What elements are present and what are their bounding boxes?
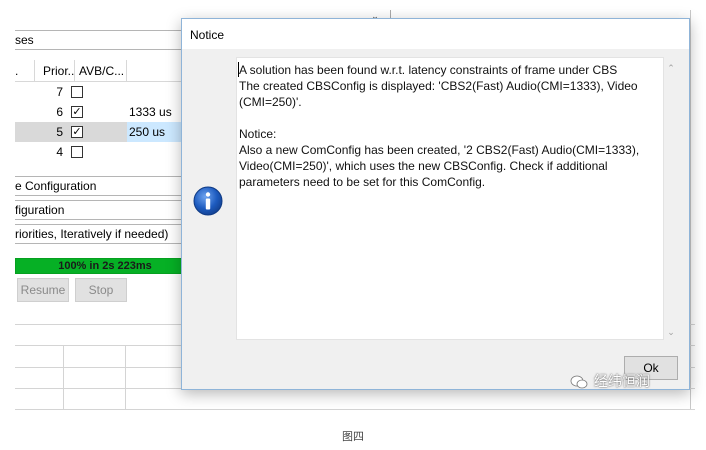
table-row[interactable]: 4 — [15, 142, 195, 162]
uses-field[interactable]: ses — [15, 30, 195, 50]
priority-cell: 7 — [56, 85, 63, 99]
column-header-priority[interactable]: Prior... — [35, 60, 75, 82]
table-row-selected[interactable]: 5 ✓ 250 us — [15, 122, 195, 142]
grid-line — [125, 345, 126, 410]
dialog-titlebar[interactable]: Notice — [182, 19, 689, 49]
priority-cell: 5 — [56, 125, 63, 139]
priorities-select[interactable]: riorities, Iteratively if needed) — [15, 224, 195, 244]
dialog-title: Notice — [190, 28, 225, 42]
message-text: A solution has been found w.r.t. latency… — [239, 63, 640, 189]
message-textbox[interactable]: A solution has been found w.r.t. latency… — [236, 57, 664, 340]
avb-checkbox[interactable] — [71, 86, 83, 98]
table-row[interactable]: 7 — [15, 82, 195, 102]
notice-dialog: Notice A solution has been found w.r.t. … — [181, 18, 690, 390]
configuration-select-2[interactable]: figuration — [15, 200, 195, 220]
avb-checkbox[interactable] — [71, 146, 83, 158]
info-icon — [193, 186, 223, 216]
wechat-icon — [570, 375, 588, 389]
column-header-first[interactable]: . — [15, 60, 35, 82]
scroll-up-icon[interactable]: ⌃ — [666, 63, 676, 73]
table-row[interactable]: 6 ✓ 1333 us — [15, 102, 195, 122]
resume-button[interactable]: Resume — [17, 278, 69, 302]
avb-checkbox[interactable]: ✓ — [71, 126, 83, 138]
figure-caption: 图四 — [342, 431, 364, 443]
watermark: 经纬恒润 — [570, 371, 650, 391]
scroll-down-icon[interactable]: ⌄ — [666, 327, 676, 337]
stop-button[interactable]: Stop — [75, 278, 127, 302]
avb-checkbox[interactable]: ✓ — [71, 106, 83, 118]
priority-cell: 6 — [56, 105, 63, 119]
watermark-text: 经纬恒润 — [593, 373, 650, 389]
progress-bar: 100% in 2s 223ms — [15, 258, 195, 274]
configuration-select-1[interactable]: e Configuration — [15, 176, 195, 196]
grid-line — [15, 409, 695, 410]
column-header-avb[interactable]: AVB/C... — [75, 60, 127, 82]
grid-line — [63, 345, 64, 410]
priority-cell: 4 — [56, 145, 63, 159]
